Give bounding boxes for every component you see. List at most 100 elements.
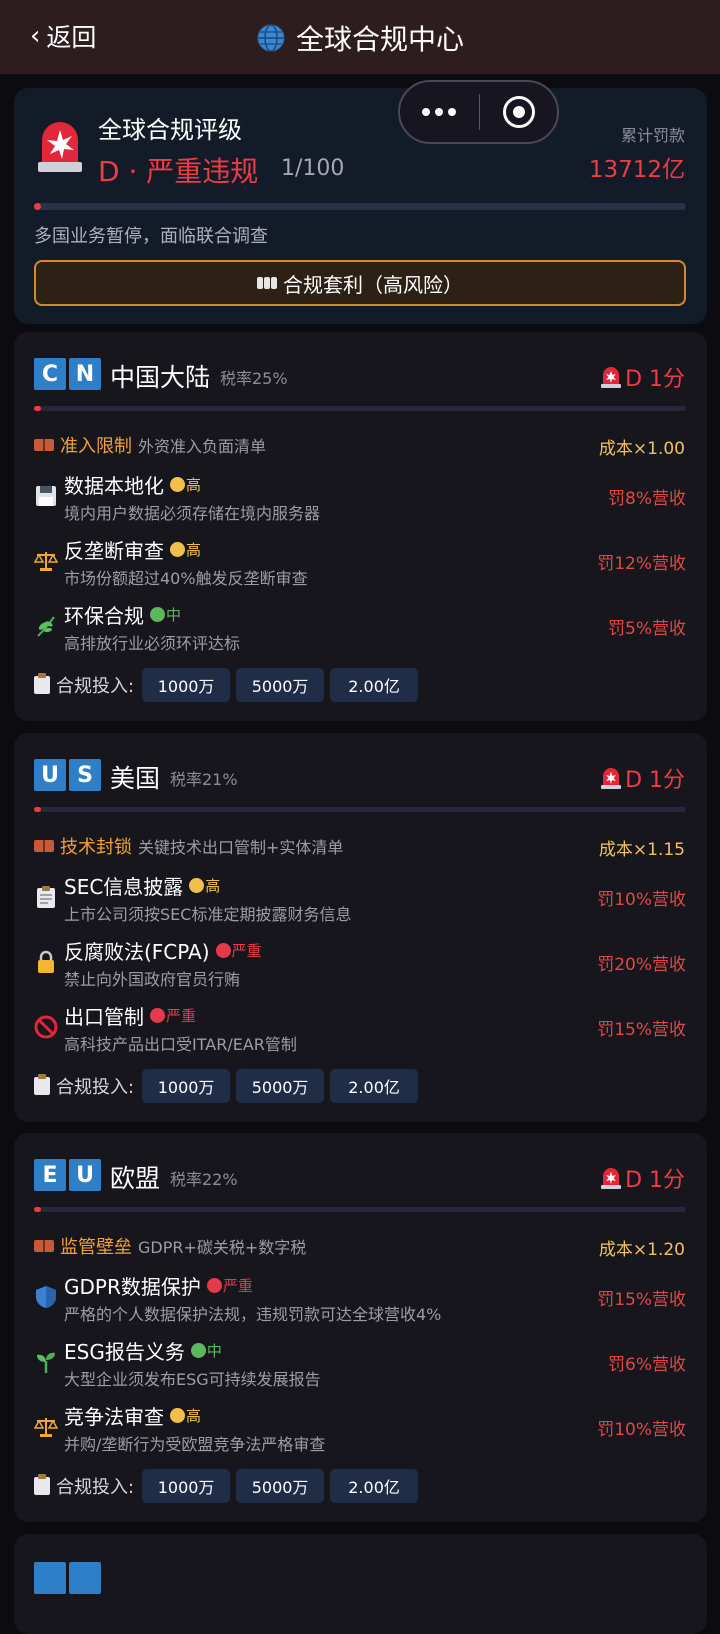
flag-letter: E xyxy=(34,1159,66,1191)
shield-icon xyxy=(34,1285,58,1309)
regulation-item[interactable]: 出口管制 严重高科技产品出口受ITAR/EAR管制 罚15%营收 xyxy=(34,1001,686,1057)
severity-level: 中 xyxy=(206,1342,222,1360)
regulation-name-row: 环保合规 中 xyxy=(64,600,181,629)
severity-level: 高 xyxy=(205,877,221,895)
regulation-name: 出口管制 xyxy=(64,1005,144,1029)
floppy-disk-icon xyxy=(34,484,58,508)
tax-rate: 税率22% xyxy=(170,1170,238,1189)
barrier-name: 技术封锁 xyxy=(60,837,132,858)
market-barrier: 监管壁垒 GDPR+碳关税+数字税 xyxy=(34,1233,306,1259)
severity-dot xyxy=(190,1343,206,1358)
regulation-name-row: 反腐败法(FCPA) 严重 xyxy=(64,936,262,965)
regulation-fine: 罚15%营收 xyxy=(597,1020,686,1040)
invest-button[interactable]: 2.00亿 xyxy=(330,1069,419,1103)
invest-button[interactable]: 1000万 xyxy=(142,1069,231,1103)
country-name: 中国大陆 xyxy=(110,363,211,392)
flag-letter: S xyxy=(69,759,101,791)
severity-dot xyxy=(170,542,185,557)
country-grade: D 1分 xyxy=(599,1162,685,1194)
severity-dot xyxy=(170,1408,185,1423)
regulation-desc: 并购/垄断行为受欧盟竞争法严格审查 xyxy=(64,1435,326,1454)
compliance-arbitrage-button[interactable]: 合规套利（高风险） xyxy=(34,260,686,306)
invest-button[interactable]: 5000万 xyxy=(236,1069,325,1103)
severity-dot xyxy=(150,607,165,622)
barrier-name: 准入限制 xyxy=(60,436,132,457)
regulation-item[interactable]: GDPR数据保护 严重 严格的个人数据保护法规，违规罚款可达全球营收4% 罚15%营收 xyxy=(34,1271,686,1327)
regulation-fine: 罚8%营收 xyxy=(608,489,686,509)
invest-button[interactable]: 2.00亿 xyxy=(330,1469,419,1503)
regulation-item[interactable]: 反垄断审查 高市场份额超过40%触发反垄断审查 罚12%营收 xyxy=(34,535,686,591)
country-grade-text: D 1分 xyxy=(625,1168,685,1193)
regulation-fine: 罚6%营收 xyxy=(608,1355,686,1375)
severity-level: 严重 xyxy=(166,1007,197,1025)
regulation-desc: 高科技产品出口受ITAR/EAR管制 xyxy=(64,1035,297,1054)
country-name: 美国 xyxy=(110,764,161,793)
invest-button[interactable]: 5000万 xyxy=(236,668,325,702)
market-barrier: 准入限制 外资准入负面清单 xyxy=(34,432,266,458)
compliance-invest-row: 合规投入: 1000万 5000万 2.00亿 xyxy=(34,668,419,702)
barrier-desc: 关键技术出口管制+实体清单 xyxy=(138,838,344,857)
severity-dot xyxy=(206,1278,222,1293)
flag-letter: C xyxy=(34,358,66,390)
cost-multiplier: 成本×1.15 xyxy=(598,840,685,860)
rating-score: 1/100 xyxy=(281,156,345,181)
page-title-text: 全球合规中心 xyxy=(295,23,464,56)
regulation-name: 反腐败法(FCPA) xyxy=(64,940,210,964)
country-grade-text: D 1分 xyxy=(625,367,685,392)
scales-icon xyxy=(34,1415,58,1439)
severity-dot xyxy=(150,1008,165,1023)
regulation-item[interactable]: 环保合规 中高排放行业必须环评达标 罚5%营收 xyxy=(34,600,686,656)
regulation-desc: 上市公司须按SEC标准定期披露财务信息 xyxy=(64,905,352,924)
invest-button[interactable]: 5000万 xyxy=(236,1469,325,1503)
invest-button[interactable]: 1000万 xyxy=(142,668,231,702)
alarm-light-icon xyxy=(601,367,622,388)
country-card: C N 中国大陆 税率25% D 1分 准入限制 外资准入负面清单 成本×1.00 数据本地化高… xyxy=(14,332,707,721)
close-miniprogram-button[interactable] xyxy=(480,96,557,128)
regulation-item[interactable]: 反腐败法(FCPA) 严重 禁止向外国政府官员行贿 罚20%营收 xyxy=(34,936,686,992)
country-flag: US xyxy=(34,759,101,791)
invest-button[interactable]: 2.00亿 xyxy=(330,668,419,702)
rating-status: 多国业务暂停，面临联合调查 xyxy=(34,226,268,247)
regulation-name-row: 反垄断审查 高 xyxy=(64,535,201,564)
country-flag: EU xyxy=(34,1159,101,1191)
invest-label-wrap: 合规投入: xyxy=(34,1473,134,1499)
country-progress-bar xyxy=(34,1207,686,1212)
country-grade: D 1分 xyxy=(599,762,685,794)
market-barrier: 技术封锁 关键技术出口管制+实体清单 xyxy=(34,833,343,859)
compliance-invest-row: 合规投入: 1000万 5000万 2.00亿 xyxy=(34,1069,419,1103)
cost-multiplier: 成本×1.00 xyxy=(598,439,685,459)
globe-icon xyxy=(257,24,285,52)
brick-icon xyxy=(34,840,54,852)
barrier-desc: GDPR+碳关税+数字税 xyxy=(138,1238,307,1257)
nav-bar: ‹ 返回 全球合规中心 xyxy=(0,0,720,74)
regulation-item[interactable]: 数据本地化 高境内用户数据必须存储在境内服务器 罚8%营收 xyxy=(34,470,686,526)
regulation-name: 环保合规 xyxy=(64,604,144,628)
barrier-name: 监管壁垒 xyxy=(60,1237,132,1258)
country-flag: CN xyxy=(34,358,101,390)
clipboard-icon xyxy=(34,1474,50,1495)
total-fine-value: 13712亿 xyxy=(588,157,685,183)
alarm-light-icon xyxy=(601,768,622,789)
country-progress-fill xyxy=(34,406,41,411)
flag-letter: N xyxy=(69,358,101,390)
regulation-name-row: ESG报告义务 中 xyxy=(64,1336,222,1365)
clipboard-icon xyxy=(34,1074,50,1095)
brick-icon xyxy=(34,439,54,451)
total-fine-label: 累计罚款 xyxy=(620,126,685,145)
regulation-fine: 罚10%营收 xyxy=(597,1420,686,1440)
regulation-item[interactable]: SEC信息披露 高上市公司须按SEC标准定期披露财务信息 罚10%营收 xyxy=(34,871,686,927)
scales-icon xyxy=(34,549,58,573)
country-name: 欧盟 xyxy=(110,1164,161,1193)
regulation-item[interactable]: 竞争法审查 高并购/垄断行为受欧盟竞争法严格审查 罚10%营收 xyxy=(34,1401,686,1457)
invest-label: 合规投入: xyxy=(56,1077,135,1098)
regulation-item[interactable]: ESG报告义务 中大型企业须发布ESG可持续发展报告 罚6%营收 xyxy=(34,1336,686,1392)
flag-letter: U xyxy=(34,759,66,791)
rating-progress-bar xyxy=(34,203,686,210)
clipboard-icon xyxy=(34,885,58,909)
severity-level: 高 xyxy=(186,541,202,559)
country-progress-bar xyxy=(34,406,686,411)
invest-button[interactable]: 1000万 xyxy=(142,1469,231,1503)
more-icon[interactable] xyxy=(400,108,479,116)
regulation-desc: 高排放行业必须环评达标 xyxy=(64,634,241,653)
regulation-name-row: 竞争法审查 高 xyxy=(64,1401,201,1430)
